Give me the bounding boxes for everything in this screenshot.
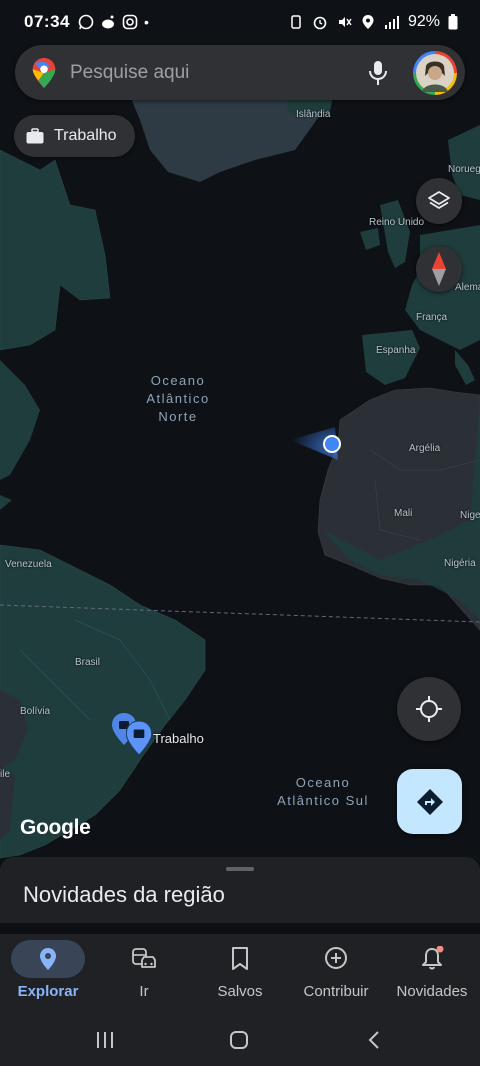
avatar-photo-icon: [416, 53, 454, 92]
directions-icon: [416, 788, 443, 815]
map-label-espanha: Espanha: [376, 345, 416, 356]
nav-label-salvos: Salvos: [217, 983, 263, 1000]
nav-item-explorar[interactable]: Explorar: [0, 934, 96, 1014]
sheet-title: Novidades da região: [23, 882, 225, 907]
map-label-bolivia: Bolívia: [20, 706, 51, 717]
status-time: 07:34: [24, 12, 70, 31]
location-icon: [362, 15, 374, 29]
map-label-argelia: Argélia: [409, 443, 441, 454]
work-shortcut-chip[interactable]: Trabalho: [14, 115, 135, 157]
nav-label-ir: Ir: [139, 983, 149, 1000]
map-label-ocean-north: Oceano Atlântico Norte: [146, 373, 210, 424]
google-logo: Google: [20, 816, 91, 839]
current-location-dot: [325, 437, 339, 451]
directions-button[interactable]: [397, 769, 462, 834]
my-location-button[interactable]: [397, 677, 461, 741]
search-input[interactable]: Pesquise aqui: [70, 62, 368, 84]
map-label-brasil: Brasil: [75, 657, 101, 668]
more-notifications-dot-icon: •: [143, 14, 149, 30]
nav-item-salvos[interactable]: Salvos: [192, 934, 288, 1014]
sheet-drag-handle[interactable]: [226, 867, 254, 871]
map-label-ocean-south: Oceano Atlântico Sul: [277, 775, 369, 808]
battery-icon: [448, 14, 458, 30]
layers-button[interactable]: [416, 178, 462, 224]
compass-button[interactable]: [416, 246, 462, 292]
back-icon[interactable]: [366, 1030, 382, 1050]
nav-item-ir[interactable]: Ir: [96, 934, 192, 1014]
map-label-islandia: Islândia: [296, 109, 331, 120]
briefcase-icon: [26, 128, 44, 144]
reddit-icon: [101, 15, 114, 29]
transport-icon: [132, 948, 156, 968]
nav-label-explorar: Explorar: [17, 983, 79, 1000]
nav-label-novidades: Novidades: [396, 983, 468, 1000]
nav-item-novidades[interactable]: Novidades: [384, 934, 480, 1014]
bell-icon: [422, 946, 444, 970]
map-label-nigeria: Nigéria: [444, 558, 476, 569]
map-label-venezuela: Venezuela: [5, 559, 52, 570]
recent-apps-icon[interactable]: [95, 1030, 115, 1050]
map-label-alemanha: Alema: [455, 282, 480, 293]
bottom-sheet[interactable]: Novidades da região: [0, 857, 480, 923]
google-maps-logo-icon: [32, 57, 56, 88]
search-bar[interactable]: Pesquise aqui: [15, 45, 465, 100]
map-label-noruega: Noruega: [448, 164, 480, 175]
alarm-icon: [313, 16, 327, 30]
explore-pin-icon: [40, 948, 56, 970]
compass-icon: [432, 252, 446, 286]
map-label-franca: França: [416, 312, 448, 323]
crosshair-icon: [416, 696, 442, 722]
status-bar: 07:34 • 92%: [0, 0, 480, 44]
map-label-chile: ile: [0, 769, 11, 780]
map-label-reino-unido: Reino Unido: [369, 217, 425, 228]
system-navigation-bar: [0, 1014, 480, 1066]
work-marker-label[interactable]: Trabalho: [153, 731, 204, 746]
add-circle-icon: [325, 947, 347, 969]
nav-item-contribuir[interactable]: Contribuir: [288, 934, 384, 1014]
bottom-navigation: Explorar Ir Salvos Contribuir Novidades: [0, 934, 480, 1014]
work-marker[interactable]: [125, 720, 153, 756]
battery-saver-icon: [291, 15, 301, 29]
signal-icon: [384, 16, 399, 29]
map-label-niger: Nige: [460, 510, 480, 521]
layers-icon: [428, 191, 450, 209]
work-shortcut-label: Trabalho: [54, 127, 117, 144]
whatsapp-icon: [78, 14, 94, 30]
nav-label-contribuir: Contribuir: [303, 983, 369, 1000]
map-label-mali: Mali: [394, 508, 413, 519]
battery-percent: 92%: [407, 13, 440, 30]
instagram-icon: [122, 14, 138, 30]
briefcase-pin-icon: [125, 720, 153, 756]
home-icon[interactable]: [229, 1030, 249, 1050]
bookmark-icon: [232, 947, 248, 970]
microphone-icon[interactable]: [368, 60, 388, 86]
account-avatar[interactable]: [413, 50, 457, 95]
mute-icon: [338, 17, 352, 27]
